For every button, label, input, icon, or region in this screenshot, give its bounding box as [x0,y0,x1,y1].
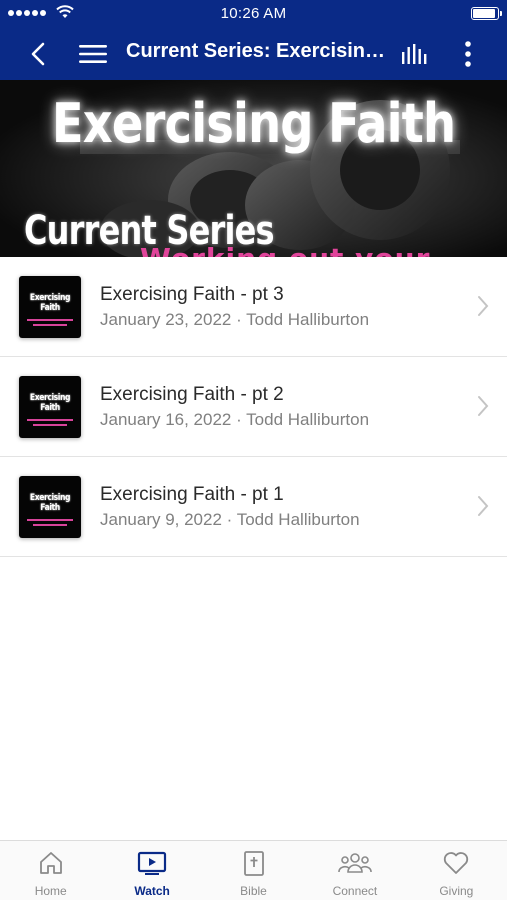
tab-bar: Home Watch Bible Connect Giving [0,840,507,900]
episode-meta: January 16, 2022 · Todd Halliburton [100,410,370,429]
heart-icon [444,852,469,874]
tab-giving[interactable]: Giving [406,841,507,900]
tab-watch[interactable]: Watch [101,841,202,900]
episode-title: Exercising Faith - pt 3 [100,284,284,305]
episode-row[interactable]: Exercising Faith Exercising Faith - pt 2… [0,357,507,457]
chevron-right-icon [478,296,489,316]
episode-thumbnail: Exercising Faith [19,476,81,538]
chevron-right-icon [478,496,489,516]
banner-title: Exercising Faith [51,92,456,155]
status-bar: 10:26 AM [0,0,507,27]
series-banner: Working out your faith Exercising Faith … [0,80,507,257]
more-options-button[interactable] [450,27,486,80]
banner-subtitle: Current Series [24,208,275,254]
episode-row[interactable]: Exercising Faith Exercising Faith - pt 3… [0,257,507,357]
home-icon [39,852,62,874]
episode-meta: January 9, 2022 · Todd Halliburton [100,510,360,529]
tab-connect[interactable]: Connect [304,841,405,900]
episode-meta: January 23, 2022 · Todd Halliburton [100,310,370,329]
episode-row[interactable]: Exercising Faith Exercising Faith - pt 1… [0,457,507,557]
status-time: 10:26 AM [220,5,287,22]
tv-play-icon [138,851,167,875]
episode-thumbnail: Exercising Faith [19,376,81,438]
more-vertical-icon [465,40,471,67]
people-icon [338,853,372,873]
episode-title: Exercising Faith - pt 1 [100,484,284,505]
tab-home[interactable]: Home [0,841,101,900]
menu-button[interactable] [72,27,114,80]
back-button[interactable] [18,27,58,80]
audio-bars-icon [402,43,427,64]
episode-list: Exercising Faith Exercising Faith - pt 3… [0,257,507,557]
navigation-bar: Current Series: Exercising Faith [0,27,507,80]
page-title: Current Series: Exercising Faith [126,40,386,62]
episode-thumbnail: Exercising Faith [19,276,81,338]
audio-button[interactable] [396,27,436,80]
tab-bible[interactable]: Bible [203,841,304,900]
chevron-right-icon [478,396,489,416]
chevron-left-icon [31,42,45,65]
hamburger-icon [79,44,107,63]
episode-title: Exercising Faith - pt 2 [100,384,284,405]
battery-icon [471,7,502,20]
bible-icon [243,851,264,876]
